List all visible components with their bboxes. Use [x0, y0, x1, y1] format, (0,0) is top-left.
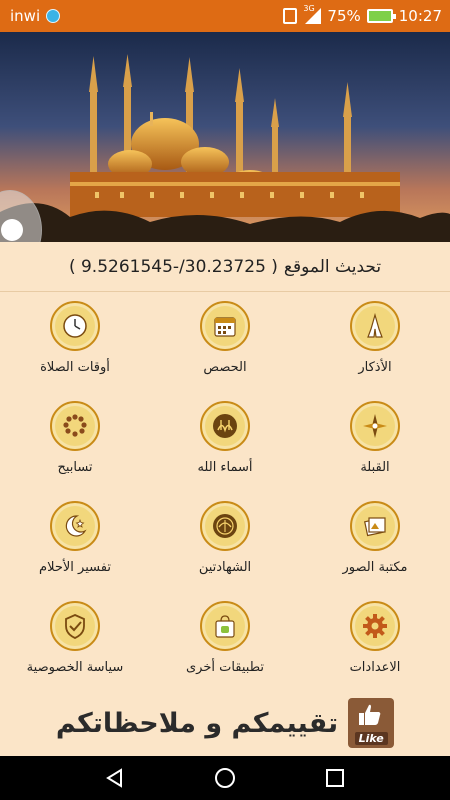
update-location-label: تحديث الموقع — [283, 256, 382, 277]
gear-icon — [350, 601, 400, 651]
tile-label: مكتبة الصور — [342, 560, 408, 575]
battery-icon — [366, 9, 396, 23]
prayer-beads-icon — [50, 401, 100, 451]
tile-label: القبلة — [360, 460, 390, 475]
battery-percent: 75% — [327, 7, 361, 25]
signal-icon: 3G — [303, 4, 322, 24]
tile-dream-interpretation[interactable]: تفسير الأحلام — [0, 492, 150, 592]
tile-photo-library[interactable]: مكتبة الصور — [300, 492, 450, 592]
vibrate-icon — [283, 8, 298, 24]
clock-time: 10:27 — [398, 7, 442, 25]
tile-qibla[interactable]: القبلة — [300, 392, 450, 492]
shopping-bag-icon — [200, 601, 250, 651]
globe-icon — [46, 9, 61, 23]
tile-label: الحصص — [203, 360, 247, 375]
status-indicators: 3G 75% 10:27 — [283, 4, 442, 25]
recents-icon — [326, 769, 344, 787]
back-icon — [106, 768, 122, 788]
home-icon — [215, 768, 235, 788]
carrier-name: inwi — [10, 7, 41, 25]
shield-check-icon — [50, 601, 100, 651]
tile-names-of-allah[interactable]: أسماء الله — [150, 392, 300, 492]
photo-library-icon — [350, 501, 400, 551]
praying-hands-icon — [350, 301, 400, 351]
tile-shahada[interactable]: الشهادتين — [150, 492, 300, 592]
network-type: 3G — [303, 4, 315, 13]
location-coordinates: ( 9.5261545-/30.23725 ) — [68, 256, 278, 277]
tile-label: سياسة الخصوصية — [26, 660, 124, 675]
update-location-bar[interactable]: تحديث الموقع ( 9.5261545-/30.23725 ) — [0, 242, 450, 292]
tile-label: الشهادتين — [198, 560, 252, 575]
tile-other-apps[interactable]: تطبيقات أخرى — [150, 592, 300, 692]
thumbs-up-icon — [359, 704, 381, 725]
back-button[interactable] — [95, 758, 135, 798]
tile-privacy-policy[interactable]: سياسة الخصوصية — [0, 592, 150, 692]
tile-lessons[interactable]: الحصص — [150, 292, 300, 392]
tile-label: أوقات الصلاة — [40, 360, 110, 375]
rate-feedback-bar[interactable]: تقييمكم و ملاحظاتكم Like — [0, 690, 450, 756]
tile-label: أسماء الله — [197, 460, 253, 475]
tile-azkar[interactable]: الأذكار — [300, 292, 450, 392]
tile-label: الأذكار — [358, 360, 392, 375]
shahada-calligraphy-icon — [200, 501, 250, 551]
allah-calligraphy-icon — [200, 401, 250, 451]
clock-icon — [50, 301, 100, 351]
like-button[interactable]: Like — [348, 698, 395, 748]
tile-settings[interactable]: الاعدادات — [300, 592, 450, 692]
navigation-bar — [0, 756, 450, 800]
compass-icon — [350, 401, 400, 451]
tile-label: الاعدادات — [349, 660, 401, 675]
mosque-header-image — [0, 32, 450, 242]
tile-tasbih[interactable]: تسابيح — [0, 392, 150, 492]
moon-stars-icon — [50, 501, 100, 551]
like-label: Like — [354, 732, 388, 745]
recents-button[interactable] — [315, 758, 355, 798]
tile-label: تفسير الأحلام — [39, 560, 111, 575]
tile-prayer-times[interactable]: أوقات الصلاة — [0, 292, 150, 392]
status-bar: inwi 3G 75% 10:27 — [0, 0, 450, 32]
home-button[interactable] — [205, 758, 245, 798]
rate-feedback-text: تقييمكم و ملاحظاتكم — [55, 707, 339, 739]
tile-label: تسابيح — [57, 460, 93, 475]
tile-label: تطبيقات أخرى — [185, 660, 265, 675]
calendar-icon — [200, 301, 250, 351]
